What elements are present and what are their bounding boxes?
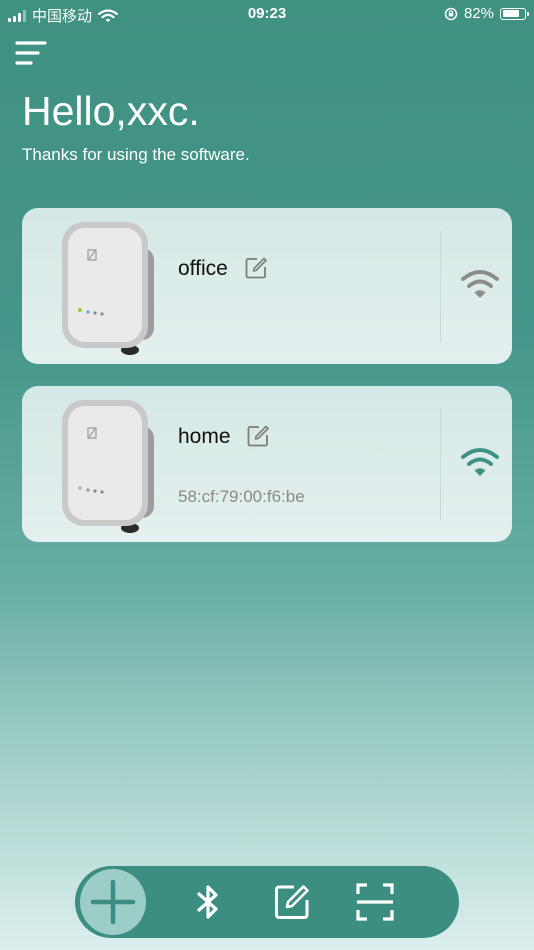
bluetooth-icon[interactable] — [188, 882, 228, 922]
greeting-subtitle: Thanks for using the software. — [22, 145, 250, 164]
wifi-offline-icon — [461, 270, 499, 298]
edit-name-icon[interactable] — [246, 424, 270, 448]
charger-device-image — [62, 222, 154, 355]
device-name: home — [178, 425, 231, 448]
battery-fill — [502, 10, 519, 17]
card-divider — [440, 230, 441, 342]
add-device-button[interactable] — [80, 869, 146, 935]
orientation-lock-icon — [444, 7, 458, 20]
status-bar: 中国移动 09:23 82% — [0, 0, 534, 28]
wifi-online-icon — [461, 448, 499, 476]
charger-device-image — [62, 400, 154, 533]
battery-percent: 82% — [463, 5, 494, 22]
bottom-toolbar — [75, 866, 459, 938]
card-divider — [440, 408, 441, 520]
scan-icon[interactable] — [355, 882, 395, 922]
edit-name-icon[interactable] — [244, 256, 268, 280]
device-card[interactable]: home 58:cf:79:00:f6:be — [22, 386, 512, 542]
greeting-title: Hello,xxc. — [22, 88, 200, 134]
device-card[interactable]: office — [22, 208, 512, 364]
plus-icon — [90, 879, 136, 925]
device-mac-address: 58:cf:79:00:f6:be — [178, 487, 305, 506]
menu-icon[interactable] — [14, 38, 48, 70]
device-name: office — [178, 257, 228, 280]
status-right: 82% — [444, 5, 529, 22]
edit-icon[interactable] — [272, 882, 312, 922]
battery-icon — [500, 7, 529, 20]
